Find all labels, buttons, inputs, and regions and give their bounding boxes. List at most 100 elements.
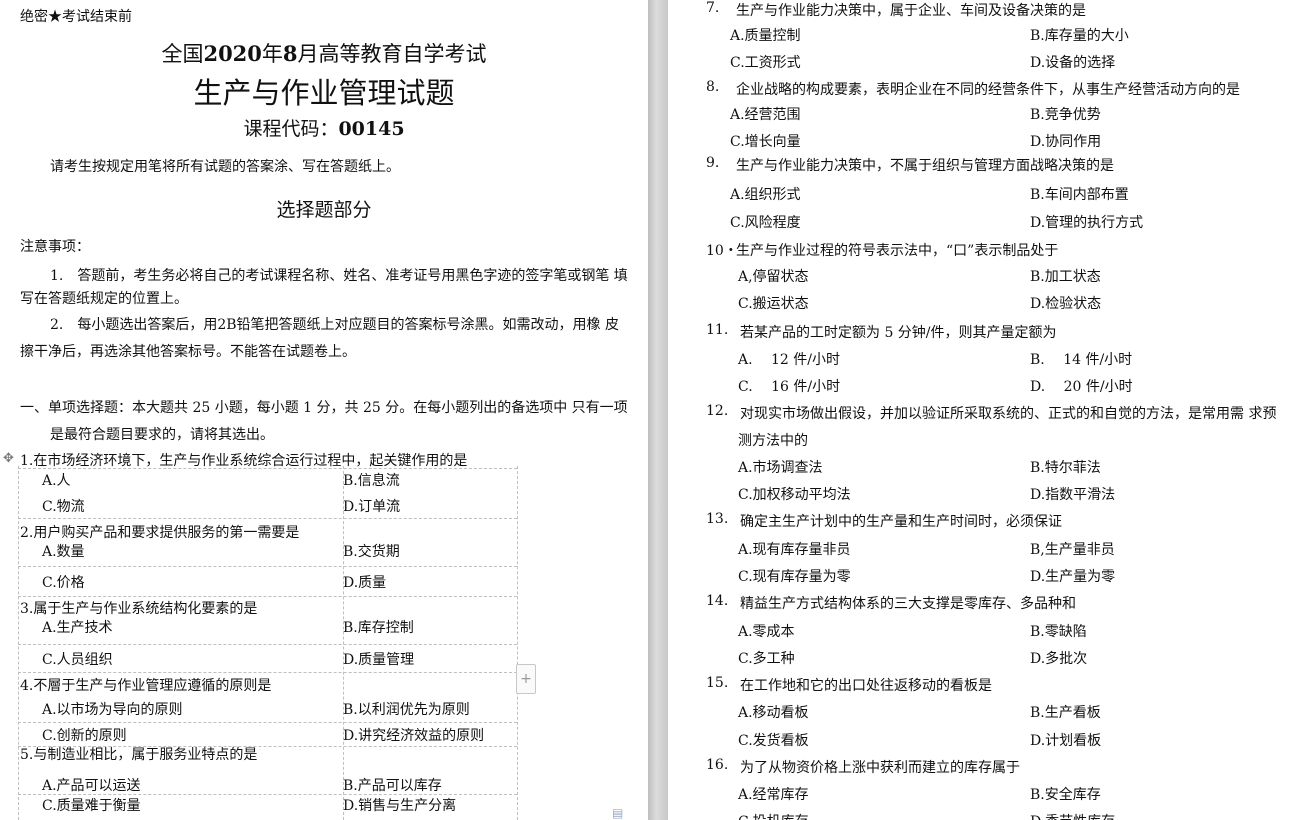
option-a: A.经常库存 [738, 787, 809, 803]
question-stem: 若某产品的工时定额为 5 分钟/件，则其产量定额为 [740, 325, 1057, 341]
course-code: 课程代码：00145 [243, 118, 405, 140]
option-a: A.质量控制 [730, 28, 801, 44]
option-a: A.产品可以运送 [42, 778, 141, 794]
option-c: C.加权移动平均法 [738, 487, 851, 503]
table-column-divider [343, 466, 344, 820]
section-title: 选择题部分 [276, 199, 372, 221]
question-number: 9. [706, 155, 720, 171]
table-row-line [18, 644, 517, 645]
left-page: 绝密★考试结束前 全国2020年8月高等教育自学考试 生产与作业管理试题 课程代… [0, 0, 648, 820]
note-2-line-2: 擦干净后，再选涂其他答案标号。不能答在试题卷上。 [20, 344, 356, 360]
option-a: A,停留状态 [738, 269, 809, 285]
option-c: C.工资形式 [730, 55, 801, 71]
option-a: A.移动看板 [738, 705, 809, 721]
question-stem: 5.与制造业相比，属于服务业特点的是 [20, 747, 258, 763]
question-stem: 4.不層于生产与作业管理应遵循的原则是 [20, 678, 272, 694]
option-d: D.管理的执行方式 [1030, 215, 1144, 231]
option-a: A.以市场为导向的原则 [42, 702, 183, 718]
option-d: D.质量 [343, 575, 387, 591]
question-number: 16. [706, 757, 729, 773]
question-stem: 生产与作业能力决策中，属于企业、车间及设备决策的是 [736, 3, 1086, 19]
part-one-line-2: 是最符合题目要求的，请将其选出。 [50, 427, 274, 443]
question-stem: 2.用户购买产品和要求提供服务的第一需要是 [20, 525, 300, 541]
option-b: B.产品可以库存 [343, 778, 442, 794]
table-row-line [18, 566, 517, 567]
option-a: A.数量 [42, 544, 85, 560]
paper-title: 生产与作业管理试题 [193, 76, 455, 110]
option-a: A.人 [42, 473, 71, 489]
option-d: D.讲究经济效益的原则 [343, 728, 485, 744]
question-stem: 企业战略的构成要素，表明企业在不同的经营条件下，从事生产经营活动方向的是 [736, 82, 1240, 98]
option-d: D.季节性库存 [1030, 811, 1115, 820]
page-gutter [648, 0, 668, 820]
notes-title: 注意事项： [20, 239, 90, 255]
question-stem: 确定主生产计划中的生产量和生产时间时，必须保证 [740, 514, 1062, 530]
option-c: C.价格 [42, 575, 85, 591]
option-c: C.物流 [42, 499, 85, 515]
question-number: 8. [706, 79, 720, 95]
option-a: A.经营范围 [730, 107, 801, 123]
question-stem: 生产与作业能力决策中，不属于组织与管理方面战略决策的是 [736, 158, 1114, 174]
option-c: C.增长向量 [730, 134, 801, 150]
part-one-line-1: 一、单项选择题：本大题共 25 小题，每小题 1 分，共 25 分。在每小题列出… [20, 400, 628, 416]
question-number: 11. [706, 322, 729, 338]
option-d: D.计划看板 [1030, 733, 1102, 749]
add-row-button[interactable]: + [516, 664, 536, 694]
option-a: A. 12 件/小时 [738, 352, 840, 368]
option-d: D.质量管理 [343, 652, 415, 668]
note-2-line-1: 2. 每小题选出答案后，用2B铅笔把答题纸上对应题目的答案标号涂黑。如需改动，用… [50, 317, 620, 333]
question-number: 7. [706, 0, 720, 16]
question-stem: 在工作地和它的出口处往返移动的看板是 [740, 678, 992, 694]
option-b: B.库存控制 [343, 620, 414, 636]
option-c: C.人员组织 [42, 652, 113, 668]
question-stem: 为了从物资价格上涨中获利而建立的库存属于 [740, 760, 1020, 776]
option-d: D.设备的选择 [1030, 55, 1116, 71]
option-a: A.零成本 [738, 624, 795, 640]
note-1-line-1: 1. 答题前，考生务必将自己的考试课程名称、姓名、准考证号用黑色字迹的签字笔或钢… [50, 268, 628, 284]
table-row-line [18, 518, 517, 519]
table-move-handle-icon[interactable]: ✥ [3, 452, 17, 466]
option-b: B.安全库存 [1030, 787, 1101, 803]
question-number: 10・ [706, 243, 738, 259]
option-d: D.检验状态 [1030, 296, 1102, 312]
option-d: D.生产量为零 [1030, 569, 1116, 585]
option-d: D.销售与生产分离 [343, 798, 457, 814]
option-d: D.协同作用 [1030, 134, 1102, 150]
option-c: C.投机库存 [738, 811, 809, 820]
question-stem: 1.在市场经济环境下，生产与作业系统综合运行过程中，起关键作用的是 [20, 453, 468, 469]
question-stem-continued: 测方法中的 [738, 433, 808, 449]
option-b: B,生产量非员 [1030, 542, 1115, 558]
option-a: A.生产技术 [42, 620, 113, 636]
table-border-right [517, 466, 518, 820]
option-d: D.指数平滑法 [1030, 487, 1116, 503]
option-a: A.现有库存量非员 [738, 542, 851, 558]
option-b: B.生产看板 [1030, 705, 1101, 721]
option-a: A.市场调查法 [738, 460, 823, 476]
question-number: 15. [706, 675, 729, 691]
table-row-line [18, 672, 517, 673]
table-row-line [18, 722, 517, 723]
option-b: B.特尔菲法 [1030, 460, 1101, 476]
option-c: C.创新的原则 [42, 728, 127, 744]
option-d: D.订单流 [343, 499, 401, 515]
option-b: B.零缺陷 [1030, 624, 1087, 640]
option-c: C.多工种 [738, 651, 795, 667]
option-c: C.发货看板 [738, 733, 809, 749]
paste-options-icon[interactable]: ▤ [612, 806, 626, 820]
option-d: D.多批次 [1030, 651, 1088, 667]
note-1-line-2: 写在答题纸规定的位置上。 [20, 291, 188, 307]
question-number: 14. [706, 593, 729, 609]
option-c: C.风险程度 [730, 215, 801, 231]
secret-mark: 绝密★考试结束前 [20, 9, 132, 25]
option-c: C.质量难于衡量 [42, 798, 141, 814]
question-stem: 3.属于生产与作业系统结构化要素的是 [20, 601, 258, 617]
option-c: C.现有库存量为零 [738, 569, 851, 585]
option-b: B.以利润优先为原则 [343, 702, 470, 718]
question-number: 12. [706, 403, 729, 419]
option-b: B.车间内部布置 [1030, 187, 1129, 203]
right-page: 7. 生产与作业能力决策中，属于企业、车间及设备决策的是 A.质量控制 B.库存… [668, 0, 1312, 820]
question-stem: 生产与作业过程的符号表示法中，“口”表示制品处于 [736, 243, 1059, 259]
option-b: B.加工状态 [1030, 269, 1101, 285]
exam-title: 全国2020年8月高等教育自学考试 [161, 41, 487, 66]
option-b: B.交货期 [343, 544, 400, 560]
